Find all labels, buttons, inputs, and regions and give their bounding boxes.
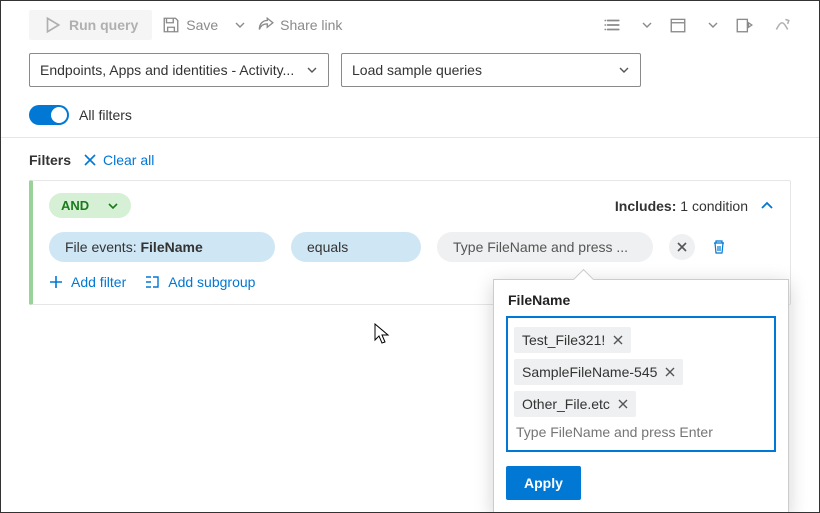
chevron-down-icon bbox=[306, 64, 318, 76]
list-icon bbox=[603, 16, 621, 34]
apply-button[interactable]: Apply bbox=[506, 466, 581, 500]
filters-title: Filters bbox=[29, 152, 71, 168]
add-subgroup-button[interactable]: Add subgroup bbox=[144, 274, 255, 290]
all-filters-toggle[interactable] bbox=[29, 105, 69, 125]
logic-operator-label: AND bbox=[61, 198, 89, 213]
filter-field-pill[interactable]: File events: FileName bbox=[49, 232, 275, 262]
share-button[interactable]: Share link bbox=[256, 16, 342, 34]
includes-value: 1 condition bbox=[680, 198, 748, 214]
rule-icon bbox=[773, 16, 791, 34]
value-tag[interactable]: Other_File.etc bbox=[514, 391, 636, 417]
chevron-down-icon bbox=[107, 200, 119, 212]
close-icon bbox=[83, 153, 97, 167]
scope-dropdown[interactable]: Endpoints, Apps and identities - Activit… bbox=[29, 53, 329, 87]
value-tag-label: Other_File.etc bbox=[522, 396, 610, 412]
clear-all-label: Clear all bbox=[103, 152, 154, 168]
clear-value-button[interactable] bbox=[669, 234, 695, 260]
trash-icon bbox=[711, 239, 727, 255]
logic-operator-dropdown[interactable]: AND bbox=[49, 193, 131, 218]
filter-field-name: FileName bbox=[140, 239, 202, 255]
share-icon bbox=[256, 16, 274, 34]
add-filter-label: Add filter bbox=[71, 274, 126, 290]
includes-label: Includes: bbox=[615, 198, 676, 214]
chevron-down-icon bbox=[618, 64, 630, 76]
subgroup-icon bbox=[144, 274, 160, 290]
bookmark-button[interactable] bbox=[735, 16, 753, 34]
scope-label: Endpoints, Apps and identities - Activit… bbox=[40, 62, 294, 78]
value-tag-label: SampleFileName-545 bbox=[522, 364, 657, 380]
add-subgroup-label: Add subgroup bbox=[168, 274, 255, 290]
date-button[interactable] bbox=[669, 16, 687, 34]
sample-queries-dropdown[interactable]: Load sample queries bbox=[341, 53, 641, 87]
save-button[interactable]: Save bbox=[162, 16, 246, 34]
rule-button[interactable] bbox=[773, 16, 791, 34]
value-input[interactable] bbox=[514, 420, 768, 444]
filter-operator-pill[interactable]: equals bbox=[291, 232, 421, 262]
remove-tag-icon[interactable] bbox=[665, 367, 675, 377]
filter-value-placeholder: Type FileName and press ... bbox=[453, 239, 628, 255]
value-tag-label: Test_File321! bbox=[522, 332, 605, 348]
share-label: Share link bbox=[280, 17, 342, 33]
cursor-icon bbox=[374, 323, 390, 345]
remove-tag-icon[interactable] bbox=[618, 399, 628, 409]
filter-value-pill[interactable]: Type FileName and press ... bbox=[437, 232, 653, 262]
plus-icon bbox=[49, 275, 63, 289]
run-icon bbox=[43, 16, 61, 34]
divider bbox=[1, 137, 819, 138]
remove-tag-icon[interactable] bbox=[613, 335, 623, 345]
value-tag[interactable]: SampleFileName-545 bbox=[514, 359, 683, 385]
sample-queries-label: Load sample queries bbox=[352, 62, 482, 78]
chevron-down-icon[interactable] bbox=[707, 19, 719, 31]
filter-operator-label: equals bbox=[307, 239, 348, 255]
collapse-button[interactable] bbox=[760, 199, 774, 213]
close-icon bbox=[675, 240, 689, 254]
add-filter-button[interactable]: Add filter bbox=[49, 274, 126, 290]
list-view-button[interactable] bbox=[603, 16, 621, 34]
save-icon bbox=[162, 16, 180, 34]
delete-filter-button[interactable] bbox=[711, 239, 727, 255]
bookmark-icon bbox=[735, 16, 753, 34]
chevron-down-icon bbox=[234, 19, 246, 31]
run-query-button[interactable]: Run query bbox=[29, 10, 152, 40]
filter-field-prefix: File events: bbox=[65, 239, 140, 255]
value-editor-popup: FileName Test_File321! SampleFileName-54… bbox=[493, 279, 789, 513]
value-tag[interactable]: Test_File321! bbox=[514, 327, 631, 353]
run-query-label: Run query bbox=[69, 17, 138, 33]
value-combobox[interactable]: Test_File321! SampleFileName-545 Other_F… bbox=[506, 316, 776, 452]
clear-all-button[interactable]: Clear all bbox=[83, 152, 154, 168]
popup-title: FileName bbox=[508, 292, 774, 308]
calendar-icon bbox=[669, 16, 687, 34]
all-filters-label: All filters bbox=[79, 107, 132, 123]
save-label: Save bbox=[186, 17, 218, 33]
chevron-up-icon bbox=[760, 199, 774, 213]
chevron-down-icon[interactable] bbox=[641, 19, 653, 31]
